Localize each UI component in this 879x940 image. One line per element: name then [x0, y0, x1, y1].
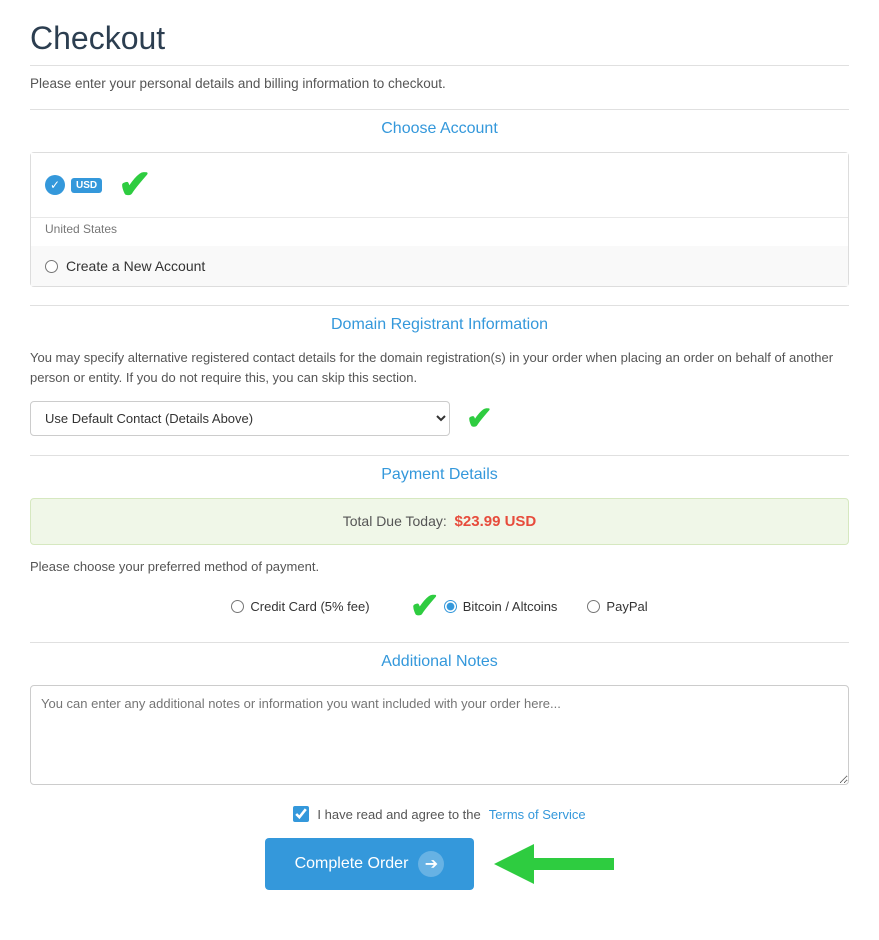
- create-new-account-row[interactable]: Create a New Account: [31, 246, 848, 286]
- bitcoin-radio[interactable]: [444, 600, 457, 613]
- total-due-bar: Total Due Today: $23.99 USD: [30, 498, 849, 545]
- top-divider: [30, 65, 849, 66]
- credit-card-radio[interactable]: [231, 600, 244, 613]
- domain-registrant-divider: [30, 305, 849, 306]
- total-amount: $23.99 USD: [455, 513, 537, 530]
- paypal-radio[interactable]: [587, 600, 600, 613]
- usd-badge: USD: [71, 178, 102, 193]
- account-country: United States: [31, 218, 848, 246]
- domain-green-checkmark: ✔: [466, 399, 493, 437]
- green-arrow-svg: [494, 844, 614, 884]
- domain-contact-dropdown[interactable]: Use Default Contact (Details Above) Ente…: [30, 401, 450, 436]
- subtitle-text: Please enter your personal details and b…: [30, 76, 446, 91]
- choose-account-divider: [30, 109, 849, 110]
- account-box: ✓ USD ✔ United States Create a New Accou…: [30, 152, 849, 287]
- complete-order-arrow-icon: ➔: [418, 851, 444, 877]
- create-new-account-text: Create a New Account: [66, 258, 205, 274]
- selected-account-row[interactable]: ✓ USD ✔: [31, 153, 848, 218]
- additional-notes-textarea[interactable]: [30, 685, 849, 785]
- domain-registrant-heading: Domain Registrant Information: [30, 316, 849, 334]
- credit-card-method[interactable]: Credit Card (5% fee): [231, 599, 369, 614]
- additional-notes-heading: Additional Notes: [30, 653, 849, 671]
- green-arrow-left: [494, 844, 614, 884]
- total-label: Total Due Today:: [343, 513, 447, 529]
- paypal-method[interactable]: PayPal: [587, 599, 647, 614]
- complete-order-label: Complete Order: [295, 855, 409, 873]
- additional-notes-divider: [30, 642, 849, 643]
- payment-methods-row: Credit Card (5% fee) ✔ Bitcoin / Altcoin…: [30, 588, 849, 624]
- tos-prefix: I have read and agree to the: [317, 807, 480, 822]
- account-check-icon: ✓: [45, 175, 65, 195]
- page-subtitle: Please enter your personal details and b…: [30, 76, 849, 91]
- tos-link[interactable]: Terms of Service: [489, 807, 586, 822]
- tos-row: I have read and agree to the Terms of Se…: [30, 806, 849, 822]
- domain-dropdown-row: Use Default Contact (Details Above) Ente…: [30, 399, 849, 437]
- paypal-label: PayPal: [606, 599, 647, 614]
- page-title: Checkout: [30, 20, 849, 57]
- create-new-account-label[interactable]: Create a New Account: [45, 258, 205, 274]
- credit-card-label: Credit Card (5% fee): [250, 599, 369, 614]
- payment-details-divider: [30, 455, 849, 456]
- payment-subtitle: Please choose your preferred method of p…: [30, 559, 849, 574]
- big-green-checkmark-account: ✔: [118, 165, 152, 205]
- complete-order-button[interactable]: Complete Order ➔: [265, 838, 475, 890]
- payment-details-heading: Payment Details: [30, 466, 849, 484]
- domain-info-text: You may specify alternative registered c…: [30, 348, 849, 387]
- tos-checkbox[interactable]: [293, 806, 309, 822]
- bitcoin-method-wrapper: ✔ Bitcoin / Altcoins: [400, 588, 558, 624]
- create-new-account-radio[interactable]: [45, 260, 58, 273]
- bitcoin-green-checkmark: ✔: [410, 588, 440, 624]
- bitcoin-label: Bitcoin / Altcoins: [463, 599, 558, 614]
- bitcoin-method[interactable]: Bitcoin / Altcoins: [444, 599, 558, 614]
- choose-account-heading: Choose Account: [30, 120, 849, 138]
- complete-order-row: Complete Order ➔: [30, 838, 849, 890]
